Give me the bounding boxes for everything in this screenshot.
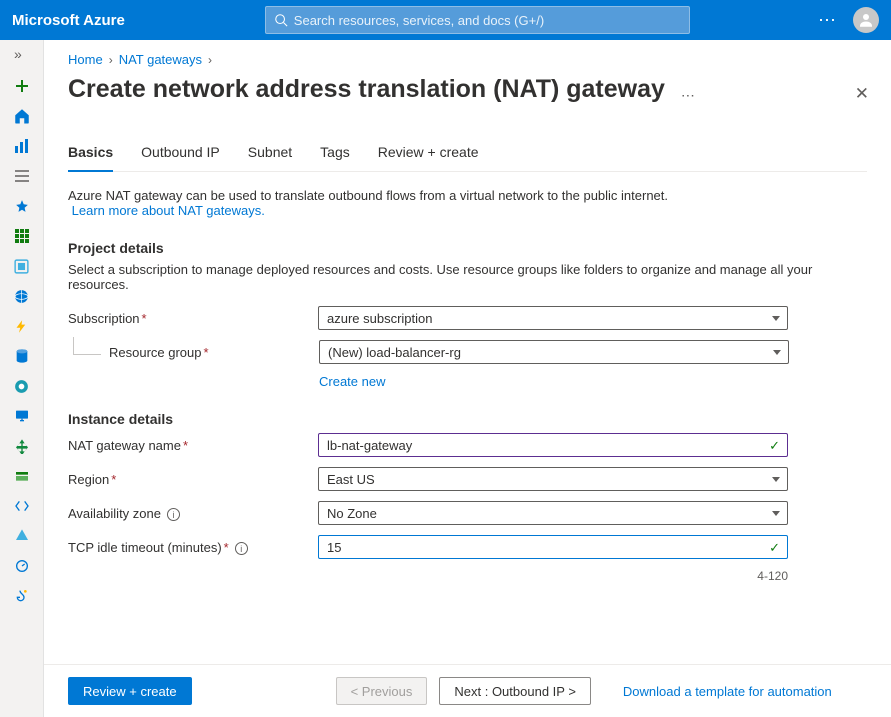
top-header: Microsoft Azure ⋯ [0, 0, 891, 40]
more-actions-icon[interactable]: ⋯ [681, 87, 695, 104]
virtual-networks-icon[interactable] [12, 496, 32, 516]
intro-body: Azure NAT gateway can be used to transla… [68, 188, 668, 203]
subscription-select[interactable]: azure subscription [318, 306, 788, 330]
info-icon[interactable]: i [235, 542, 248, 555]
global-search[interactable] [265, 6, 690, 34]
previous-button: < Previous [336, 677, 428, 705]
wizard-footer: Review + create < Previous Next : Outbou… [44, 664, 891, 717]
intro-text: Azure NAT gateway can be used to transla… [68, 188, 867, 218]
brand-text: Microsoft Azure [12, 12, 125, 29]
breadcrumb-nat-gateways[interactable]: NAT gateways [119, 52, 202, 67]
tab-basics[interactable]: Basics [68, 144, 113, 172]
virtual-machines-icon[interactable] [12, 406, 32, 426]
tab-review-create[interactable]: Review + create [378, 144, 479, 171]
download-template-link[interactable]: Download a template for automation [623, 684, 832, 699]
create-resource-icon[interactable] [12, 76, 32, 96]
nat-gateway-name-input[interactable]: lb-nat-gateway [318, 433, 788, 457]
tab-outbound-ip[interactable]: Outbound IP [141, 144, 220, 171]
section-instance-details-title: Instance details [68, 411, 867, 427]
advisor-icon[interactable] [12, 586, 32, 606]
review-create-button[interactable]: Review + create [68, 677, 192, 705]
tab-subnet[interactable]: Subnet [248, 144, 292, 171]
tree-line-icon [73, 337, 101, 355]
section-project-details-title: Project details [68, 240, 867, 256]
favorites-icon[interactable] [12, 196, 32, 216]
monitor-icon[interactable] [12, 556, 32, 576]
check-icon: ✓ [769, 438, 780, 454]
main-panel: ✕ Home › NAT gateways › Create network a… [44, 40, 891, 717]
search-icon [274, 13, 288, 27]
sql-databases-icon[interactable] [12, 346, 32, 366]
chevron-right-icon: › [109, 53, 113, 67]
collapse-rail-icon[interactable]: » [10, 46, 22, 62]
person-icon [857, 11, 875, 29]
app-services-icon[interactable] [12, 286, 32, 306]
breadcrumb-home[interactable]: Home [68, 52, 103, 67]
page-title: Create network address translation (NAT)… [68, 75, 665, 104]
region-select[interactable]: East US [318, 467, 788, 491]
section-project-details-desc: Select a subscription to manage deployed… [68, 262, 867, 292]
learn-more-link[interactable]: Learn more about NAT gateways. [72, 203, 265, 218]
next-button[interactable]: Next : Outbound IP > [439, 677, 591, 705]
load-balancers-icon[interactable] [12, 436, 32, 456]
function-app-icon[interactable] [12, 316, 32, 336]
tcp-idle-timeout-input[interactable]: 15 [318, 535, 788, 559]
all-services-icon[interactable] [12, 166, 32, 186]
search-input[interactable] [294, 13, 681, 28]
resource-group-select[interactable]: (New) load-balancer-rg [319, 340, 789, 364]
home-icon[interactable] [12, 106, 32, 126]
tab-tags[interactable]: Tags [320, 144, 350, 171]
availability-zone-label: Availability zonei [68, 506, 318, 521]
breadcrumb: Home › NAT gateways › [68, 52, 867, 67]
avatar[interactable] [853, 7, 879, 33]
tcp-idle-timeout-label: TCP idle timeout (minutes)*i [68, 540, 318, 555]
chevron-right-icon: › [208, 53, 212, 67]
timeout-range-hint: 4-120 [68, 569, 788, 583]
all-resources-icon[interactable] [12, 226, 32, 246]
cosmos-db-icon[interactable] [12, 376, 32, 396]
close-blade-icon[interactable]: ✕ [855, 84, 869, 104]
check-icon: ✓ [769, 540, 780, 556]
resource-group-label: Resource group* [109, 345, 319, 360]
more-menu-icon[interactable]: ⋯ [818, 10, 837, 31]
create-new-rg-link[interactable]: Create new [319, 374, 867, 389]
azure-ad-icon[interactable] [12, 526, 32, 546]
subscription-label: Subscription* [68, 311, 318, 326]
resource-groups-icon[interactable] [12, 256, 32, 276]
availability-zone-select[interactable]: No Zone [318, 501, 788, 525]
region-label: Region* [68, 472, 318, 487]
storage-accounts-icon[interactable] [12, 466, 32, 486]
info-icon[interactable]: i [167, 508, 180, 521]
dashboard-icon[interactable] [12, 136, 32, 156]
left-nav-rail: » [0, 40, 44, 717]
tab-bar: Basics Outbound IP Subnet Tags Review + … [68, 144, 867, 172]
nat-gateway-name-label: NAT gateway name* [68, 438, 318, 453]
